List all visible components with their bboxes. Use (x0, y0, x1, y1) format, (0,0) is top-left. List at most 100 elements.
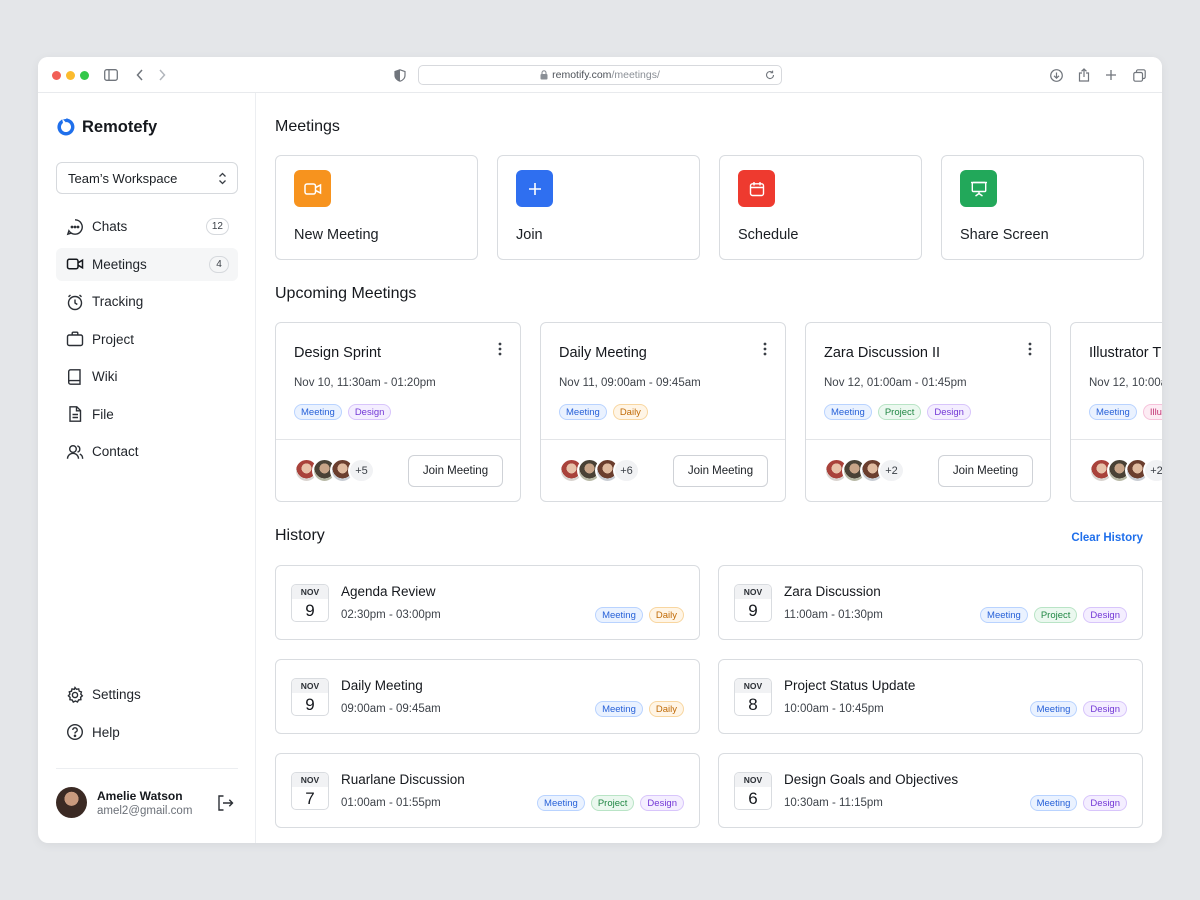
sidebar-item-wiki[interactable]: Wiki (56, 360, 238, 393)
new-tab-icon[interactable] (1102, 66, 1120, 84)
meeting-card[interactable]: Zara Discussion II Nov 12, 01:00am - 01:… (805, 322, 1051, 502)
more-participants-count: +6 (613, 458, 640, 483)
sidebar-toggle-icon[interactable] (102, 66, 120, 84)
browser-window: remotify.com/meetings/ Remotefy Team’s W… (38, 57, 1162, 843)
schedule-button[interactable]: Schedule (719, 155, 922, 260)
more-options-icon[interactable] (763, 342, 767, 361)
meeting-card[interactable]: Illustrator T Nov 12, 10:00a Meeting Ill… (1070, 322, 1162, 502)
history-title: Project Status Update (784, 678, 916, 693)
participants: +5 (294, 458, 375, 483)
history-item[interactable]: NOV 7 Ruarlane Discussion 01:00am - 01:5… (275, 753, 700, 828)
date-day: 8 (748, 694, 758, 714)
join-meeting-button[interactable]: Join Meeting (408, 455, 503, 487)
app-name: Remotefy (82, 117, 158, 136)
history-item[interactable]: NOV 8 Project Status Update 10:00am - 10… (718, 659, 1143, 734)
join-meeting-button[interactable]: Join Meeting (673, 455, 768, 487)
video-icon (294, 170, 331, 207)
logout-icon[interactable] (217, 795, 234, 816)
meeting-time: Nov 11, 09:00am - 09:45am (559, 377, 701, 389)
tag-design: Design (1083, 795, 1127, 811)
sidebar-item-contact[interactable]: Contact (56, 435, 238, 468)
history-title: Design Goals and Objectives (784, 772, 959, 787)
share-icon[interactable] (1075, 66, 1093, 84)
tag-design: Design (1083, 701, 1127, 717)
tag-design: Design (640, 795, 684, 811)
date-day: 6 (748, 788, 758, 808)
quick-action-label: Schedule (738, 227, 799, 243)
tabs-overview-icon[interactable] (1130, 66, 1148, 84)
sidebar: Remotefy Team’s Workspace Chats 12 Meeti… (38, 93, 256, 843)
maximize-window-button[interactable] (80, 71, 89, 80)
reload-icon[interactable] (765, 70, 775, 80)
more-participants-count: +5 (348, 458, 375, 483)
meeting-card[interactable]: Design Sprint Nov 10, 11:30am - 01:20pm … (275, 322, 521, 502)
join-meeting-button[interactable]: Join Meeting (938, 455, 1033, 487)
user-profile[interactable]: Amelie Watson amel2@gmail.com (56, 768, 238, 818)
address-bar[interactable]: remotify.com/meetings/ (418, 65, 782, 85)
browser-toolbar: remotify.com/meetings/ (38, 57, 1162, 93)
history-item[interactable]: NOV 9 Agenda Review 02:30pm - 03:00pm Me… (275, 565, 700, 640)
help-icon (66, 723, 84, 741)
close-window-button[interactable] (52, 71, 61, 80)
back-arrow-icon[interactable] (131, 66, 149, 84)
users-icon (66, 444, 84, 459)
more-options-icon[interactable] (1028, 342, 1032, 361)
sidebar-nav: Chats 12 Meetings 4 Tracking Project Wik… (56, 210, 238, 473)
sidebar-item-help[interactable]: Help (56, 716, 238, 749)
date-badge: NOV 6 (734, 772, 772, 810)
meeting-title: Illustrator T (1089, 345, 1162, 361)
minimize-window-button[interactable] (66, 71, 75, 80)
app-logo[interactable]: Remotefy (56, 117, 157, 137)
history-time: 09:00am - 09:45am (341, 703, 441, 715)
avatar (56, 787, 87, 818)
sidebar-item-settings[interactable]: Settings (56, 678, 238, 711)
workspace-selector[interactable]: Team’s Workspace (56, 162, 238, 194)
book-icon (68, 368, 81, 385)
privacy-shield-icon[interactable] (391, 66, 409, 84)
participants: +2 (1089, 458, 1162, 483)
sidebar-item-tracking[interactable]: Tracking (56, 285, 238, 318)
sidebar-item-chats[interactable]: Chats 12 (56, 210, 238, 243)
history-title: Daily Meeting (341, 678, 423, 693)
tag-meeting: Meeting (1029, 795, 1078, 811)
date-day: 9 (748, 600, 758, 620)
history-item[interactable]: NOV 6 Design Goals and Objectives 10:30a… (718, 753, 1143, 828)
meetings-count-badge: 4 (209, 255, 229, 273)
date-badge: NOV 7 (291, 772, 329, 810)
sidebar-item-meetings[interactable]: Meetings 4 (56, 247, 238, 281)
forward-arrow-icon[interactable] (153, 66, 171, 84)
date-badge: NOV 9 (291, 584, 329, 622)
meetings-heading: Meetings (275, 118, 340, 135)
main-content: Meetings New Meeting Join Schedule Share… (256, 93, 1162, 843)
history-item[interactable]: NOV 9 Daily Meeting 09:00am - 09:45am Me… (275, 659, 700, 734)
join-button[interactable]: Join (497, 155, 700, 260)
share-screen-button[interactable]: Share Screen (941, 155, 1144, 260)
sidebar-item-project[interactable]: Project (56, 323, 238, 356)
sidebar-item-label: Settings (92, 687, 141, 702)
tag-design: Design (927, 404, 971, 420)
tag-design: Design (347, 404, 392, 420)
clear-history-link[interactable]: Clear History (1071, 532, 1143, 544)
meeting-title: Daily Meeting (559, 345, 647, 361)
date-badge: NOV 9 (291, 678, 329, 716)
sidebar-item-file[interactable]: File (56, 398, 238, 431)
meeting-card[interactable]: Daily Meeting Nov 11, 09:00am - 09:45am … (540, 322, 786, 502)
user-name: Amelie Watson (97, 788, 183, 803)
new-meeting-button[interactable]: New Meeting (275, 155, 478, 260)
tag-illustrator: Illu (1142, 404, 1162, 420)
quick-action-label: Join (516, 227, 543, 243)
chats-count-badge: 12 (205, 218, 229, 235)
more-options-icon[interactable] (498, 342, 502, 361)
date-day: 9 (305, 694, 315, 714)
quick-action-label: Share Screen (960, 227, 1049, 243)
gear-icon (67, 685, 84, 703)
more-participants-count: +2 (878, 458, 905, 483)
url-domain: remotify.com (552, 69, 612, 81)
history-item[interactable]: NOV 9 Zara Discussion 11:00am - 01:30pm … (718, 565, 1143, 640)
tag-meeting: Meeting (595, 607, 643, 623)
tag-daily: Daily (648, 607, 684, 623)
quick-action-label: New Meeting (294, 227, 379, 243)
download-icon[interactable] (1047, 66, 1065, 84)
tag-project: Project (590, 795, 635, 811)
tag-meeting: Meeting (824, 404, 872, 420)
